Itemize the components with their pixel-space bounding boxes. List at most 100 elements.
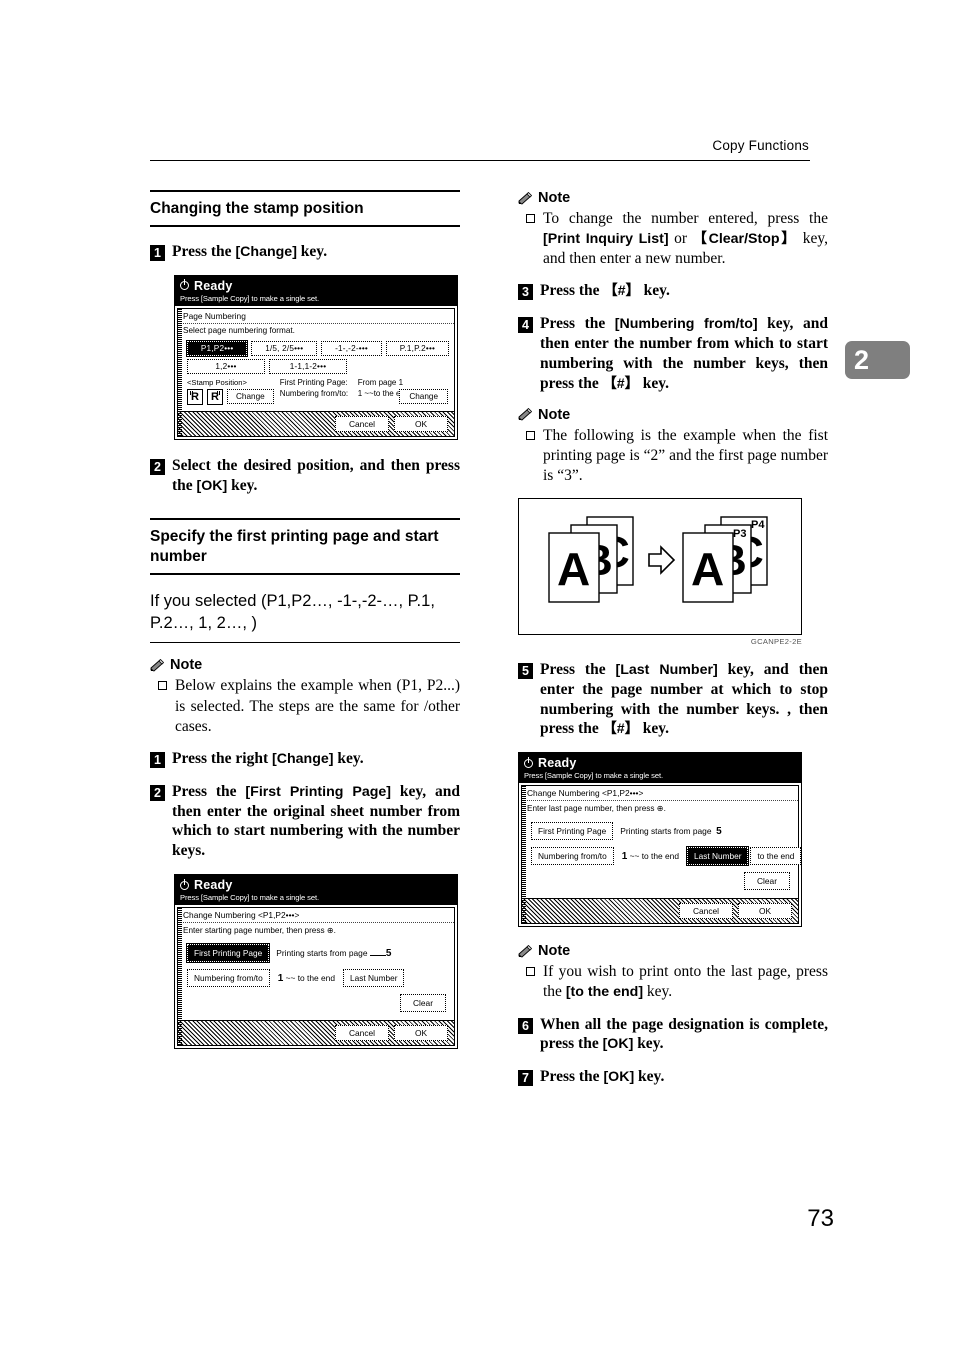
lcd-status-text: Ready <box>194 278 233 293</box>
step-5-press-last-number: 5 Press the [Last Number] key, and then … <box>518 660 828 739</box>
lcd-screenshot-page-numbering: Ready Press [Sample Copy] to make a sing… <box>174 274 458 440</box>
key-label: [Print Inquiry List] <box>543 231 669 248</box>
stamp-position-icon-right[interactable]: R <box>207 388 223 405</box>
note-bullet-icon <box>526 214 535 223</box>
lcd-screenshot-change-numbering-start: Ready Press [Sample Copy] to make a sing… <box>174 874 458 1049</box>
lcd-status-row: Ready <box>180 279 452 293</box>
lcd-instruction: Enter starting page number, then press ⊕… <box>183 926 336 935</box>
header-divider <box>150 160 810 161</box>
last-number-button[interactable]: Last Number <box>342 969 405 987</box>
note-block-2: Note The following is the example when t… <box>518 407 828 486</box>
scroll-track[interactable] <box>178 308 182 436</box>
step-1-press-change: 1 Press the [Change] key. <box>150 242 460 262</box>
numbering-from-to-button[interactable]: Numbering from/to <box>187 969 270 987</box>
step-text-part: key. <box>296 243 328 261</box>
step-text-part: key. <box>333 749 364 767</box>
first-printing-page-button[interactable]: First Printing Page <box>531 822 614 841</box>
step-text: When all the page designation is complet… <box>540 1015 828 1055</box>
format-button-fraction[interactable]: 1/5, 2/5••• <box>251 340 318 356</box>
clear-button[interactable]: Clear <box>743 872 790 891</box>
lcd-heading: Change Numbering <P1,P2•••> <box>522 786 798 802</box>
key-label: [to the end] <box>565 984 644 1001</box>
section-heading-changing-stamp-position: Changing the stamp position <box>150 190 460 228</box>
note-label: Note <box>170 657 203 674</box>
step-number: 2 <box>150 458 165 475</box>
step-text-part: key. <box>227 476 258 494</box>
format-button-p1p2[interactable]: P1,P2••• <box>185 339 249 357</box>
step-text-part: Press the <box>540 660 616 678</box>
lcd-status-row: Ready <box>524 756 796 770</box>
last-number-button[interactable]: Last Number <box>685 846 750 867</box>
numbering-from-to-button[interactable]: Numbering from/to <box>531 847 614 866</box>
change-button-right[interactable]: Change <box>399 388 448 404</box>
step-text-part: When all the page designation is complet… <box>540 1015 828 1053</box>
printing-starts-text: Printing starts from page 5 <box>276 948 391 959</box>
step-2-select-position: 2 Select the desired position, and then … <box>150 456 460 496</box>
stamp-position-icons: R R Change <box>187 388 274 405</box>
format-button-dash[interactable]: -1-,-2-••• <box>321 340 382 356</box>
pencil-icon <box>518 944 533 958</box>
step-number: 1 <box>150 751 165 768</box>
format-button-row-1: P1,P2••• 1/5, 2/5••• -1-,-2-••• P.1,P.2•… <box>178 338 454 357</box>
key-label: [Change] <box>235 244 297 261</box>
format-button-plain[interactable]: 1,2••• <box>187 358 265 374</box>
note-bullet-icon <box>158 681 167 691</box>
lcd-title-bar: Ready Press [Sample Copy] to make a sing… <box>175 875 457 905</box>
clear-button[interactable]: Clear <box>399 994 446 1012</box>
lcd-title-bar: Ready Press [Sample Copy] to make a sing… <box>519 753 801 784</box>
pencil-icon <box>518 191 533 205</box>
if-selected-text: If you selected (P1,P2…, -1-,-2-…, P.1, … <box>150 590 460 644</box>
step-text: Press the [OK] key. <box>540 1067 664 1087</box>
step-text-part: Press the <box>540 1068 604 1086</box>
note-text: The following is the example when the fi… <box>543 426 828 484</box>
note-text-part: or <box>668 230 693 248</box>
stamp-position-icon-left[interactable]: R <box>187 388 203 405</box>
note-heading: Note <box>518 190 828 206</box>
lcd-inner-frame: Change Numbering <P1,P2•••> Enter starti… <box>177 907 455 1046</box>
scroll-track[interactable] <box>522 786 526 924</box>
cancel-button[interactable]: Cancel <box>335 415 389 432</box>
key-label-2: 【#】 <box>602 375 639 392</box>
key-label: [Change] <box>272 750 334 767</box>
cancel-button[interactable]: Cancel <box>679 903 733 920</box>
page-number: 73 <box>807 1205 834 1232</box>
stamp-position-group: <Stamp Position> R R Change <box>187 378 274 405</box>
format-button-row-2: 1,2••• 1-1,1-2••• <box>178 356 454 374</box>
lcd-footer-bar: Cancel OK <box>178 410 454 436</box>
lcd-inner-frame: Change Numbering <P1,P2•••> Enter last p… <box>521 785 802 925</box>
svg-text:P4: P4 <box>751 519 765 531</box>
pencil-icon <box>150 658 165 672</box>
change-button-left[interactable]: Change <box>227 389 274 405</box>
lcd-footer-bar: Cancel OK <box>522 898 798 924</box>
first-printing-page-row: First Printing Page Printing starts from… <box>522 816 798 842</box>
key-label: [Numbering from/to] <box>614 316 758 333</box>
step-4-press-numbering-from-to: 4 Press the [Numbering from/to] key, and… <box>518 314 828 393</box>
clear-row: Clear <box>178 989 454 1016</box>
key-label: [OK] <box>603 1069 635 1086</box>
step-text-part: key. <box>634 1068 665 1086</box>
step-text: Select the desired position, and then pr… <box>172 456 460 496</box>
note-block-1: Note Below explains the example when (P1… <box>150 657 460 736</box>
svg-text:A: A <box>691 543 724 595</box>
ok-button[interactable]: OK <box>394 415 448 432</box>
cancel-button[interactable]: Cancel <box>335 1025 389 1041</box>
note-item: The following is the example when the fi… <box>518 426 828 486</box>
format-button-pdot[interactable]: P.1,P.2••• <box>385 340 449 356</box>
lcd-status-row: Ready <box>180 878 452 892</box>
lcd-instruction: Enter last page number, then press ⊕. <box>527 804 666 814</box>
stamp-position-label: <Stamp Position> <box>187 377 247 387</box>
printing-starts-text: Printing starts from page 5 <box>620 826 721 837</box>
note-text: If you wish to print onto the last page,… <box>543 962 828 1002</box>
note-heading: Note <box>518 943 828 959</box>
step-number: 7 <box>518 1070 533 1087</box>
svg-text:P3: P3 <box>733 528 746 540</box>
manual-page: Copy Functions 2 73 Changing the stamp p… <box>0 0 954 1351</box>
step-text-part: Press the <box>540 315 615 333</box>
ok-button[interactable]: OK <box>394 1025 448 1041</box>
first-printing-page-button[interactable]: First Printing Page <box>185 943 271 963</box>
format-button-chapter[interactable]: 1-1,1-2••• <box>269 358 347 374</box>
ok-button[interactable]: OK <box>738 903 792 920</box>
to-the-end-button[interactable]: to the end <box>750 847 802 866</box>
scroll-track[interactable] <box>178 908 182 1045</box>
numbering-from-to-row: Numbering from/to 1 ~~ to the end Last N… <box>178 964 454 989</box>
